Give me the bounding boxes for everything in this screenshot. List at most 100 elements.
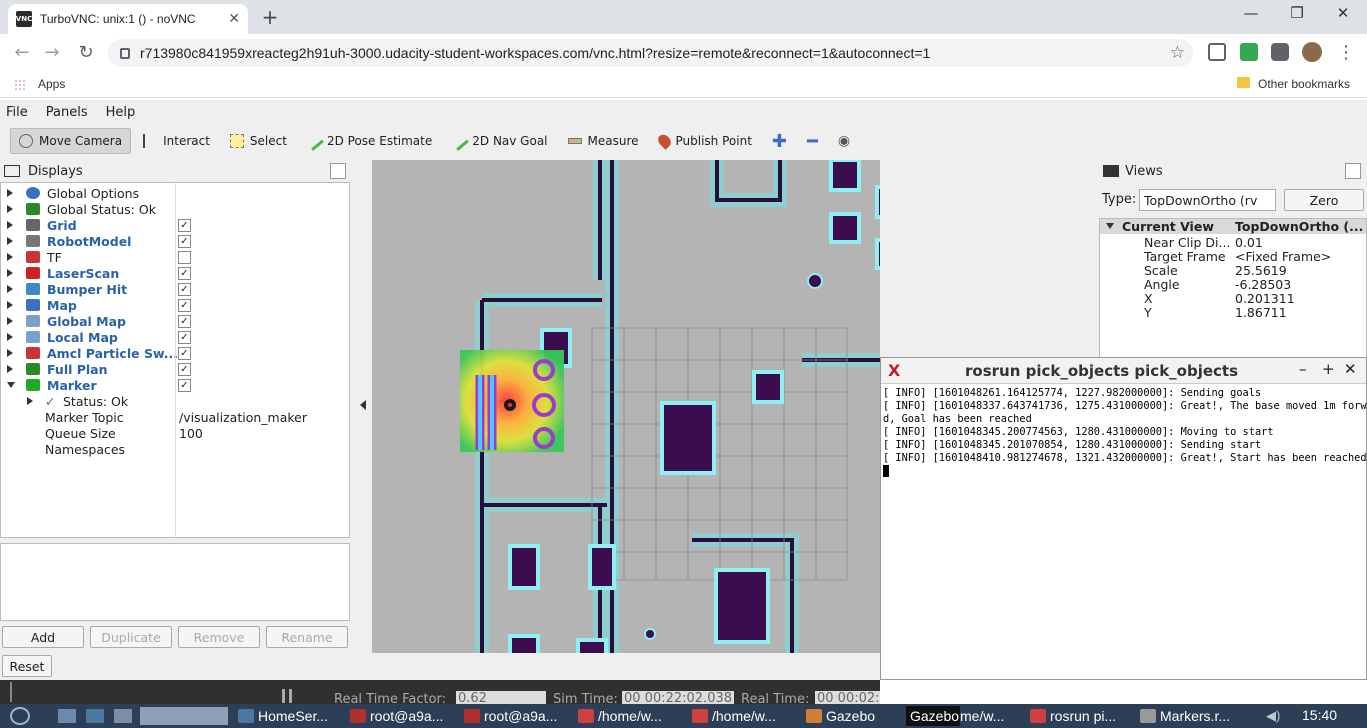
duplicate-button[interactable]: Duplicate xyxy=(90,626,172,648)
volume-icon[interactable]: ◀) xyxy=(1266,708,1280,724)
view-property-row[interactable]: X 0.201311 xyxy=(1100,291,1366,306)
expand-arrow-icon[interactable] xyxy=(27,397,33,405)
terminal-launcher-icon[interactable] xyxy=(114,709,132,723)
expand-arrow-icon[interactable] xyxy=(7,317,13,325)
view-property-row[interactable]: Near Clip Di... 0.01 xyxy=(1100,235,1366,250)
minimize-icon[interactable]: – xyxy=(1299,360,1307,378)
taskbar-item[interactable]: root@a9a... xyxy=(464,706,572,726)
menu-file[interactable]: File xyxy=(6,105,28,120)
tool-select[interactable]: Select xyxy=(222,128,295,154)
display-checkbox[interactable]: ✓ xyxy=(178,346,191,360)
view-property-row[interactable]: Angle -6.28503 xyxy=(1100,277,1366,292)
taskbar-item[interactable]: Gazebo xyxy=(806,706,906,726)
current-view-row[interactable]: Current View TopDownOrtho (... xyxy=(1100,219,1366,234)
close-window-icon[interactable]: ✕ xyxy=(1320,4,1366,22)
view-property-value[interactable]: -6.28503 xyxy=(1235,277,1291,292)
display-checkbox[interactable]: ✓ xyxy=(178,298,191,312)
close-tab-icon[interactable]: ✕ xyxy=(228,11,240,27)
collapse-arrow-icon[interactable] xyxy=(7,382,15,388)
settings-icon[interactable] xyxy=(86,709,104,723)
expand-arrow-icon[interactable] xyxy=(7,349,13,357)
bookmark-star-icon[interactable]: ☆ xyxy=(1170,43,1185,63)
expand-arrow-icon[interactable] xyxy=(7,189,13,197)
expand-arrow-icon[interactable] xyxy=(7,253,13,261)
tool-2d-nav-goal[interactable]: 2D Nav Goal xyxy=(444,128,555,154)
view-property-value[interactable]: <Fixed Frame> xyxy=(1235,249,1331,264)
rename-button[interactable]: Rename xyxy=(266,626,348,648)
add-tool-icon[interactable]: ✚ xyxy=(764,128,795,154)
close-icon[interactable]: ✕ xyxy=(1344,360,1357,378)
extensions-puzzle-icon[interactable] xyxy=(1271,43,1289,61)
taskbar-item[interactable]: me/w... xyxy=(960,706,1026,726)
expand-arrow-icon[interactable] xyxy=(7,237,13,245)
taskbar-item[interactable]: /home/w... xyxy=(578,706,688,726)
workspace-switcher[interactable] xyxy=(140,707,228,725)
remove-button[interactable]: Remove xyxy=(178,626,260,648)
file-manager-icon[interactable] xyxy=(58,709,76,723)
tool-2d-pose-estimate[interactable]: 2D Pose Estimate xyxy=(299,128,440,154)
taskbar-item[interactable]: HomeSer... xyxy=(238,706,342,726)
view-property-value[interactable]: 25.5619 xyxy=(1235,263,1287,278)
display-checkbox[interactable]: ✓ xyxy=(178,330,191,344)
view-type-select[interactable]: TopDownOrtho (rv xyxy=(1139,189,1276,211)
qr-extension-icon[interactable] xyxy=(1208,43,1226,61)
taskbar-item[interactable]: root@a9a... xyxy=(350,706,458,726)
taskbar-item[interactable]: /home/w... xyxy=(692,706,802,726)
new-tab-icon[interactable]: + xyxy=(258,5,282,29)
expand-icon[interactable] xyxy=(1106,223,1114,229)
forward-icon[interactable]: → xyxy=(40,42,64,63)
start-menu-icon[interactable] xyxy=(10,707,30,725)
maximize-icon[interactable]: + xyxy=(1322,360,1335,378)
expand-arrow-icon[interactable] xyxy=(7,269,13,277)
display-checkbox[interactable]: ✓ xyxy=(178,362,191,376)
display-checkbox[interactable]: ✓ xyxy=(178,378,191,392)
display-checkbox[interactable]: ✓ xyxy=(178,314,191,328)
remove-tool-icon[interactable]: ━ xyxy=(799,128,826,154)
browser-tab[interactable]: VNC TurboVNC: unix:1 () - noVNC ✕ xyxy=(8,4,248,34)
expand-arrow-icon[interactable] xyxy=(7,205,13,213)
apps-grid-icon[interactable] xyxy=(14,79,26,91)
add-button[interactable]: Add xyxy=(2,626,84,648)
rviz-3d-view[interactable] xyxy=(372,160,880,653)
reset-button[interactable]: Reset xyxy=(2,655,52,677)
profile-avatar[interactable] xyxy=(1302,42,1322,62)
tool-move-camera[interactable]: Move Camera xyxy=(10,128,132,154)
menu-panels[interactable]: Panels xyxy=(46,105,88,120)
display-checkbox[interactable]: ✓ xyxy=(178,234,191,248)
expand-arrow-icon[interactable] xyxy=(7,333,13,341)
display-checkbox[interactable]: ✓ xyxy=(178,266,191,280)
terminal-output[interactable]: [ INFO] [1601048261.164125774, 1227.9820… xyxy=(883,387,1367,477)
property-value[interactable]: 100 xyxy=(179,426,203,441)
view-property-value[interactable]: 1.86711 xyxy=(1235,305,1287,320)
view-property-row[interactable]: Target Frame <Fixed Frame> xyxy=(1100,249,1366,264)
expand-arrow-icon[interactable] xyxy=(7,285,13,293)
back-icon[interactable]: ← xyxy=(10,42,34,63)
minimize-icon[interactable]: — xyxy=(1228,4,1274,22)
undock-icon[interactable] xyxy=(330,163,346,179)
view-property-value[interactable]: 0.201311 xyxy=(1235,291,1295,306)
pause-icon[interactable] xyxy=(282,689,292,703)
eye-icon[interactable]: ◉ xyxy=(830,128,858,154)
display-checkbox[interactable]: ✓ xyxy=(178,282,191,296)
expand-arrow-icon[interactable] xyxy=(7,365,13,373)
view-property-value[interactable]: 0.01 xyxy=(1235,235,1263,250)
tool-interact[interactable]: Interact xyxy=(135,128,218,154)
display-checkbox[interactable]: ✓ xyxy=(178,218,191,232)
taskbar-item[interactable]: Gazebo xyxy=(906,706,960,726)
bookmark-other[interactable]: Other bookmarks xyxy=(1258,77,1350,91)
url-field[interactable]: r713980c841959xreacteg2h91uh-3000.udacit… xyxy=(108,39,1193,67)
tool-publish-point[interactable]: Publish Point xyxy=(651,128,760,154)
property-value[interactable]: /visualization_maker xyxy=(179,410,307,425)
restore-icon[interactable]: ❐ xyxy=(1274,4,1320,22)
reload-icon[interactable]: ↻ xyxy=(74,42,98,63)
collapse-left-icon[interactable] xyxy=(360,400,366,410)
view-property-row[interactable]: Scale 25.5619 xyxy=(1100,263,1366,278)
expand-arrow-icon[interactable] xyxy=(7,301,13,309)
bookmark-apps[interactable]: Apps xyxy=(38,77,65,91)
download-extension-icon[interactable] xyxy=(1240,43,1258,61)
view-property-row[interactable]: Y 1.86711 xyxy=(1100,305,1366,320)
tool-measure[interactable]: Measure xyxy=(560,128,647,154)
menu-kebab-icon[interactable]: ⋮ xyxy=(1334,42,1358,63)
taskbar-item[interactable]: rosrun pi... xyxy=(1030,706,1130,726)
menu-help[interactable]: Help xyxy=(106,105,136,120)
